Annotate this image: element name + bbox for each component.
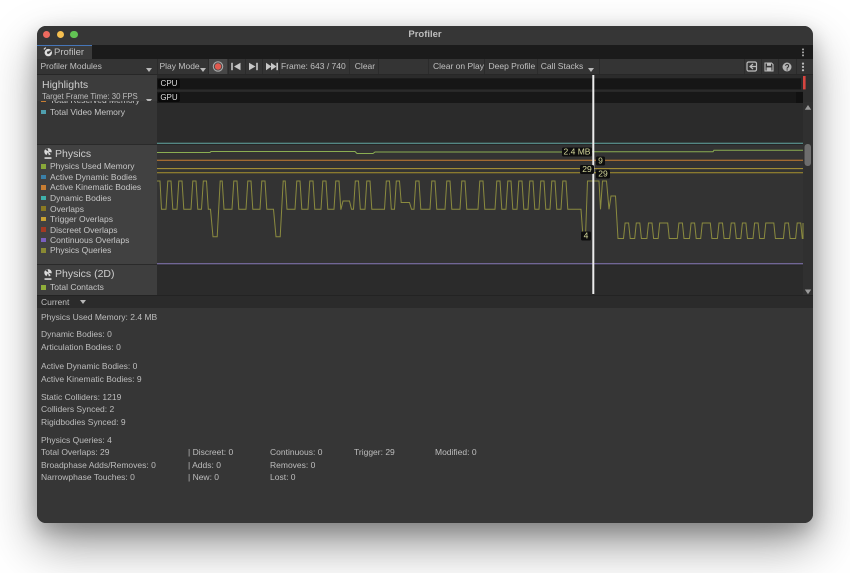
svg-text:GPU: GPU: [160, 93, 178, 102]
svg-text:2.4 MB: 2.4 MB: [564, 147, 591, 157]
svg-text:29: 29: [582, 164, 592, 174]
svg-text:29: 29: [598, 169, 608, 179]
svg-text:CPU: CPU: [161, 79, 178, 88]
svg-text:4: 4: [584, 231, 589, 241]
svg-text:9: 9: [598, 156, 603, 166]
